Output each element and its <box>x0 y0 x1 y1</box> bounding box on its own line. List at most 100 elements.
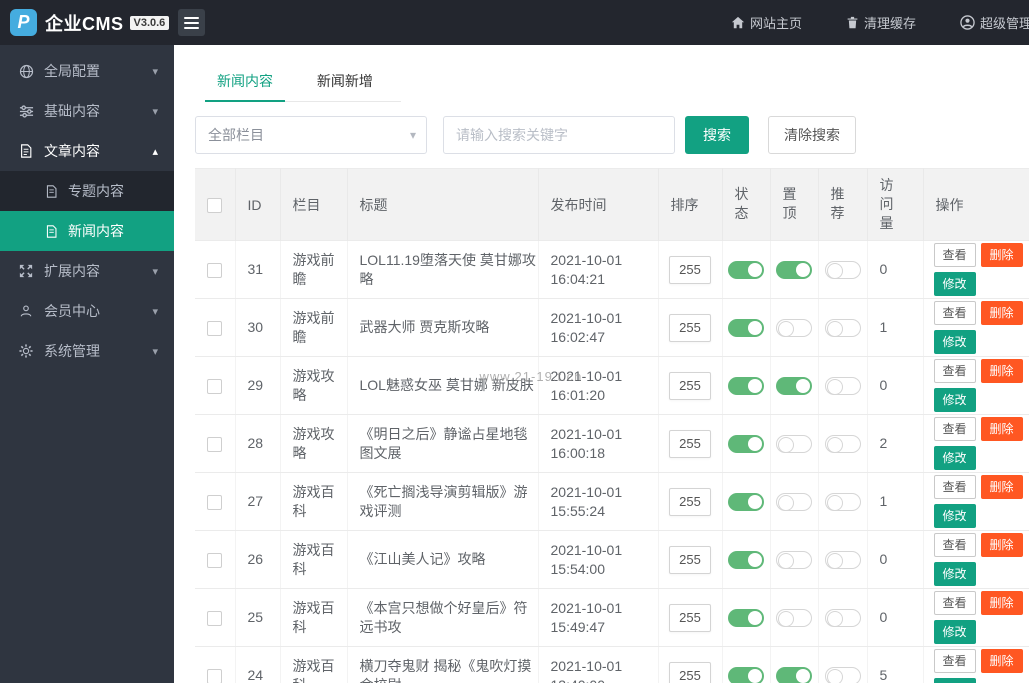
recommend-toggle[interactable] <box>824 551 861 570</box>
menu-toggle-button[interactable] <box>178 9 205 36</box>
top-toggle[interactable] <box>776 551 812 570</box>
edit-button[interactable]: 修改 <box>933 504 976 528</box>
top-toggle[interactable] <box>776 667 812 683</box>
delete-button[interactable]: 删除 <box>980 359 1023 383</box>
view-button[interactable]: 查看 <box>933 301 976 325</box>
view-button[interactable]: 查看 <box>933 417 976 441</box>
edit-button[interactable]: 修改 <box>933 446 976 470</box>
row-checkbox[interactable] <box>207 436 223 452</box>
search-button[interactable]: 搜索 <box>685 116 749 154</box>
user-circle-icon <box>960 15 975 30</box>
sliders-icon <box>18 104 34 119</box>
sort-input[interactable] <box>669 487 711 516</box>
category-select[interactable]: 全部栏目 ▾ <box>195 116 427 154</box>
row-checkbox[interactable] <box>207 610 223 626</box>
sidebar-item-basic-content[interactable]: 基础内容 ▾ <box>0 91 174 131</box>
sort-input[interactable] <box>669 255 711 284</box>
recommend-toggle[interactable] <box>824 435 861 454</box>
row-checkbox[interactable] <box>207 668 223 683</box>
top-toggle[interactable] <box>776 435 812 454</box>
view-button[interactable]: 查看 <box>933 475 976 499</box>
top-toggle[interactable] <box>776 377 812 396</box>
view-button[interactable]: 查看 <box>933 243 976 267</box>
nav-clear-cache[interactable]: 清理缓存 <box>846 13 916 32</box>
top-toggle[interactable] <box>776 493 812 512</box>
row-checkbox[interactable] <box>207 494 223 510</box>
edit-button[interactable]: 修改 <box>933 678 976 683</box>
row-id: 24 <box>235 646 281 683</box>
clear-search-button[interactable]: 清除搜索 <box>768 116 856 154</box>
edit-button[interactable]: 修改 <box>933 388 976 412</box>
row-checkbox[interactable] <box>207 552 223 568</box>
sort-input[interactable] <box>669 545 711 574</box>
edit-button[interactable]: 修改 <box>933 562 976 586</box>
tab-news-content[interactable]: 新闻内容 <box>205 67 285 102</box>
status-toggle[interactable] <box>728 667 764 683</box>
view-button[interactable]: 查看 <box>933 649 976 673</box>
row-category: 游戏前瞻 <box>280 298 348 357</box>
nav-site-home[interactable]: 网站主页 <box>731 13 802 32</box>
chevron-up-icon: ▴ <box>152 145 158 158</box>
select-all-checkbox[interactable] <box>207 198 223 214</box>
view-button[interactable]: 查看 <box>933 591 976 615</box>
sidebar-item-global-config[interactable]: 全局配置 ▾ <box>0 51 174 91</box>
row-title: 《死亡搁浅导演剪辑版》游戏评测 <box>359 483 528 519</box>
recommend-toggle[interactable] <box>824 609 861 628</box>
recommend-toggle[interactable] <box>824 493 861 512</box>
chevron-down-icon: ▾ <box>409 128 416 142</box>
table-row: 29 游戏攻略 LOL魅惑女巫 莫甘娜 新皮肤 www.21-19.t.cn 2… <box>195 356 1029 415</box>
sort-input[interactable] <box>669 661 711 683</box>
status-toggle[interactable] <box>728 319 764 338</box>
sidebar-item-article-content[interactable]: 文章内容 ▴ <box>0 131 174 171</box>
delete-button[interactable]: 删除 <box>980 243 1023 267</box>
row-checkbox[interactable] <box>207 320 223 336</box>
sidebar-item-system-manage[interactable]: 系统管理 ▾ <box>0 331 174 371</box>
top-toggle[interactable] <box>776 609 812 628</box>
sort-input[interactable] <box>669 429 711 458</box>
tab-news-add[interactable]: 新闻新增 <box>305 67 385 101</box>
sort-input[interactable] <box>669 371 711 400</box>
delete-button[interactable]: 删除 <box>980 533 1023 557</box>
category-select-value: 全部栏目 <box>208 127 264 143</box>
sort-input[interactable] <box>669 313 711 342</box>
status-toggle[interactable] <box>728 435 764 454</box>
status-toggle[interactable] <box>728 377 764 396</box>
recommend-toggle[interactable] <box>824 667 861 683</box>
delete-button[interactable]: 删除 <box>980 301 1023 325</box>
row-category: 游戏攻略 <box>280 356 348 415</box>
delete-button[interactable]: 删除 <box>980 475 1023 499</box>
edit-button[interactable]: 修改 <box>933 272 976 296</box>
sidebar-item-extend-content[interactable]: 扩展内容 ▾ <box>0 251 174 291</box>
recommend-toggle[interactable] <box>824 319 861 338</box>
top-toggle[interactable] <box>776 319 812 338</box>
sort-input[interactable] <box>669 603 711 632</box>
nav-admin-user[interactable]: 超级管理员 <box>960 13 1029 32</box>
row-checkbox[interactable] <box>207 262 223 278</box>
status-toggle[interactable] <box>728 551 764 570</box>
row-checkbox[interactable] <box>207 378 223 394</box>
status-toggle[interactable] <box>728 261 764 280</box>
delete-button[interactable]: 删除 <box>980 591 1023 615</box>
recommend-toggle[interactable] <box>824 261 861 280</box>
edit-button[interactable]: 修改 <box>933 330 976 354</box>
row-actions: 查看 删除 修改 <box>933 475 1029 528</box>
row-actions: 查看 删除 修改 <box>933 359 1029 412</box>
edit-button[interactable]: 修改 <box>933 620 976 644</box>
search-input[interactable] <box>443 116 675 154</box>
globe-icon <box>18 64 34 79</box>
status-toggle[interactable] <box>728 493 764 512</box>
header-sort: 排序 <box>658 168 723 241</box>
sidebar-item-news-content[interactable]: 新闻内容 <box>0 211 174 251</box>
sidebar-item-member-center[interactable]: 会员中心 ▾ <box>0 291 174 331</box>
delete-button[interactable]: 删除 <box>980 649 1023 673</box>
view-button[interactable]: 查看 <box>933 359 976 383</box>
row-visits: 0 <box>867 588 924 647</box>
recommend-toggle[interactable] <box>824 377 861 396</box>
delete-button[interactable]: 删除 <box>980 417 1023 441</box>
top-toggle[interactable] <box>776 261 812 280</box>
status-toggle[interactable] <box>728 609 764 628</box>
view-button[interactable]: 查看 <box>933 533 976 557</box>
row-title: 横刀夺鬼财 揭秘《鬼吹灯摸金校尉 <box>359 657 532 683</box>
sidebar-item-label: 基础内容 <box>44 103 100 119</box>
sidebar-item-topic-content[interactable]: 专题内容 <box>0 171 174 211</box>
